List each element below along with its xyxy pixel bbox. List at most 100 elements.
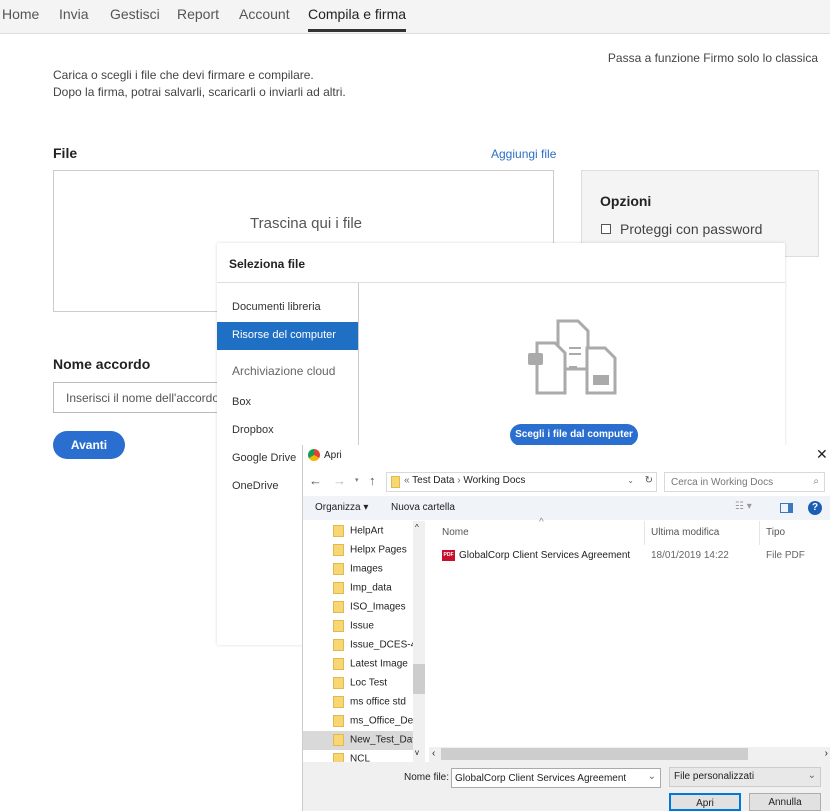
column-modified[interactable]: Ultima modifica bbox=[651, 527, 719, 538]
column-separator bbox=[644, 521, 645, 545]
agreement-name-input[interactable]: Inserisci il nome dell'accordo bbox=[53, 382, 223, 413]
switch-classic-link[interactable]: Passa a funzione Firmo solo lo classica bbox=[608, 51, 818, 65]
folder-icon bbox=[333, 753, 344, 762]
folder-icon bbox=[333, 525, 344, 537]
path-segment[interactable]: Test Data bbox=[412, 475, 454, 486]
search-input[interactable]: Cerca in Working Docs ⌕ bbox=[664, 472, 825, 492]
tab-invia[interactable]: Invia bbox=[59, 6, 89, 22]
back-icon[interactable]: ← bbox=[309, 473, 322, 488]
file-name: GlobalCorp Client Services Agreement bbox=[459, 550, 631, 561]
folder-item[interactable]: HelpArt bbox=[303, 522, 413, 541]
up-icon[interactable]: ↑ bbox=[369, 473, 376, 488]
scroll-up-icon[interactable]: ^ bbox=[415, 523, 419, 532]
path-segment[interactable]: Working Docs bbox=[463, 475, 525, 486]
folder-icon bbox=[333, 620, 344, 632]
folder-name: Imp_data bbox=[350, 582, 392, 594]
open-file-dialog: Apri ✕ ← → ▾ ↑ « Test Data › Working Doc… bbox=[302, 445, 830, 811]
forward-icon[interactable]: → bbox=[333, 473, 346, 488]
help-icon[interactable]: ? bbox=[808, 501, 822, 515]
column-type[interactable]: Tipo bbox=[766, 527, 785, 538]
scrollbar-thumb[interactable] bbox=[441, 748, 748, 760]
folder-item[interactable]: Loc Test bbox=[303, 674, 413, 693]
search-placeholder: Cerca in Working Docs bbox=[671, 477, 774, 488]
choose-from-computer-button[interactable]: Scegli i file dal computer bbox=[510, 424, 638, 446]
add-file-link[interactable]: Aggiungi file bbox=[491, 147, 556, 161]
folder-icon bbox=[333, 658, 344, 670]
folder-item[interactable]: ISO_Images bbox=[303, 598, 413, 617]
view-options-icon[interactable]: ☷ ▾ bbox=[735, 501, 752, 512]
folder-item[interactable]: Issue bbox=[303, 617, 413, 636]
folder-name: NCL bbox=[350, 753, 371, 762]
chevron-down-icon[interactable]: ⌄ bbox=[808, 770, 816, 781]
cancel-button[interactable]: Annulla bbox=[749, 793, 821, 811]
folder-icon bbox=[333, 715, 344, 727]
tab-home[interactable]: Home bbox=[2, 6, 39, 22]
drop-text: Trascina qui i file bbox=[250, 215, 362, 232]
folder-item[interactable]: Issue_DCES-424 bbox=[303, 636, 413, 655]
options-title: Opzioni bbox=[600, 193, 652, 209]
divider bbox=[217, 282, 785, 283]
tree-scrollbar[interactable]: ^ v bbox=[413, 521, 425, 762]
scroll-right-icon[interactable]: › bbox=[825, 748, 828, 759]
chevron-down-icon[interactable]: ⌄ bbox=[648, 771, 656, 782]
tab-gestisci[interactable]: Gestisci bbox=[110, 6, 160, 22]
select-file-title: Seleziona file bbox=[229, 257, 306, 271]
folder-item[interactable]: Latest Image bbox=[303, 655, 413, 674]
folder-item[interactable]: ms office std bbox=[303, 693, 413, 712]
folder-name: Latest Image bbox=[350, 658, 408, 670]
folder-item[interactable]: Helpx Pages bbox=[303, 541, 413, 560]
folder-icon bbox=[333, 734, 344, 746]
intro-line: Dopo la firma, potrai salvarli, scaricar… bbox=[53, 85, 346, 99]
folder-tree: HelpArt Helpx Pages Images Imp_data ISO_Imag… bbox=[303, 521, 425, 762]
folder-name: HelpArt bbox=[350, 525, 384, 537]
file-type-value: File personalizzati bbox=[674, 771, 755, 782]
address-bar[interactable]: « Test Data › Working Docs ⌄ ↻ bbox=[386, 472, 657, 492]
source-risorse-computer[interactable]: Risorse del computer bbox=[217, 322, 358, 350]
filename-input[interactable]: GlobalCorp Client Services Agreement ⌄ bbox=[451, 768, 661, 788]
scroll-down-icon[interactable]: v bbox=[415, 748, 419, 757]
organize-button[interactable]: Organizza ▾ bbox=[315, 502, 368, 513]
folder-item[interactable]: NCL bbox=[303, 750, 413, 762]
password-label: Proteggi con password bbox=[620, 221, 763, 237]
file-type: File PDF bbox=[766, 550, 805, 561]
next-button[interactable]: Avanti bbox=[53, 431, 125, 459]
folder-item[interactable]: Images bbox=[303, 560, 413, 579]
folder-icon bbox=[333, 696, 344, 708]
cloud-box[interactable]: Box bbox=[217, 389, 358, 417]
tab-account[interactable]: Account bbox=[239, 6, 290, 22]
file-type-select[interactable]: File personalizzati ⌄ bbox=[669, 767, 821, 787]
close-icon[interactable]: ✕ bbox=[816, 446, 828, 463]
folder-item[interactable]: ms_Office_Des bbox=[303, 712, 413, 731]
folder-icon bbox=[391, 476, 400, 488]
filename-value: GlobalCorp Client Services Agreement bbox=[455, 773, 627, 784]
filename-label: Nome file: bbox=[404, 772, 450, 783]
refresh-icon[interactable]: ↻ bbox=[645, 475, 653, 486]
chevron-down-icon[interactable]: ⌄ bbox=[627, 476, 634, 485]
column-separator bbox=[759, 521, 760, 545]
folder-name: Loc Test bbox=[350, 677, 388, 689]
tab-report[interactable]: Report bbox=[177, 6, 219, 22]
dialog-title: Apri bbox=[324, 450, 342, 461]
folder-item[interactable]: New_Test_Data bbox=[303, 731, 413, 750]
source-documenti-libreria[interactable]: Documenti libreria bbox=[217, 294, 358, 322]
column-name[interactable]: Nome bbox=[442, 527, 469, 538]
cloud-dropbox[interactable]: Dropbox bbox=[217, 417, 358, 445]
horizontal-scrollbar[interactable]: ‹ › bbox=[429, 747, 830, 762]
recent-dropdown-icon[interactable]: ▾ bbox=[355, 476, 359, 484]
scroll-left-icon[interactable]: ‹ bbox=[432, 748, 435, 759]
open-button[interactable]: Apri bbox=[669, 793, 741, 811]
folder-icon bbox=[333, 563, 344, 575]
folder-item[interactable]: Imp_data bbox=[303, 579, 413, 598]
sort-indicator-icon: ^ bbox=[539, 517, 544, 528]
password-checkbox[interactable] bbox=[601, 224, 611, 234]
preview-pane-icon[interactable] bbox=[780, 503, 793, 513]
folder-name: Helpx Pages bbox=[350, 544, 407, 556]
agreement-label: Nome accordo bbox=[53, 356, 151, 372]
pdf-icon: PDF bbox=[442, 550, 455, 561]
folder-name: Issue_DCES-424 bbox=[350, 639, 413, 651]
scrollbar-thumb[interactable] bbox=[413, 664, 425, 694]
tab-compila-e-firma[interactable]: Compila e firma bbox=[308, 6, 407, 32]
new-folder-button[interactable]: Nuova cartella bbox=[391, 502, 455, 513]
file-row[interactable]: PDF GlobalCorp Client Services Agreement… bbox=[441, 548, 830, 566]
cloud-header: Archiviazione cloud bbox=[232, 364, 336, 378]
